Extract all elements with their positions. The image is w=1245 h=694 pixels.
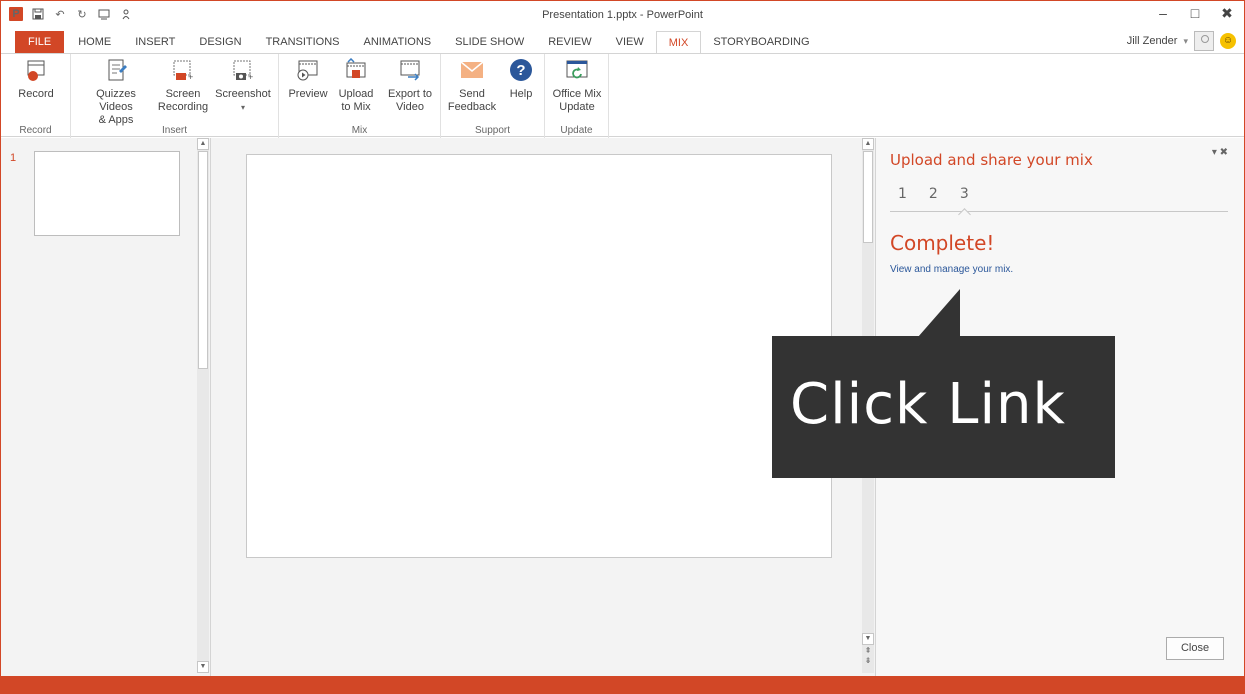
tab-insert[interactable]: INSERT xyxy=(123,31,187,53)
user-name: Jill Zender xyxy=(1126,35,1178,47)
avatar[interactable] xyxy=(1194,31,1214,51)
svg-text:+: + xyxy=(248,72,253,82)
group-label-insert: Insert xyxy=(161,125,187,136)
tab-storyboarding[interactable]: STORYBOARDING xyxy=(701,31,821,53)
tab-mix[interactable]: MIX xyxy=(655,31,702,53)
help-icon: ? xyxy=(510,59,532,81)
step-2[interactable]: 2 xyxy=(929,186,938,211)
slide-number: 1 xyxy=(10,152,17,164)
update-icon xyxy=(566,60,588,79)
scroll-up-icon[interactable]: ▲ xyxy=(197,138,209,150)
help-button[interactable]: ? Help xyxy=(503,58,539,101)
screen-recording-button[interactable]: + Screen Recording xyxy=(155,58,211,114)
task-pane-title: Upload and share your mix xyxy=(890,151,1093,169)
view-manage-mix-link[interactable]: View and manage your mix. xyxy=(890,264,1013,275)
callout-pointer xyxy=(918,289,960,337)
ribbon-group-update: Office Mix Update Update xyxy=(545,54,609,138)
ribbon-group-support: Send Feedback ? Help Support xyxy=(441,54,545,138)
slide-thumbnail-pane: 1 ▲ ▼ xyxy=(1,138,211,676)
screenshot-button[interactable]: + Screenshot ▾ xyxy=(213,58,273,114)
export-to-video-button[interactable]: Export to Video xyxy=(383,58,437,114)
status-bar xyxy=(1,676,1244,693)
quizzes-icon xyxy=(108,59,127,81)
ribbon: Record Record Quizzes Videos & Apps + Sc… xyxy=(1,53,1244,138)
export-video-icon xyxy=(400,60,420,81)
tab-design[interactable]: DESIGN xyxy=(187,31,253,53)
chevron-down-icon[interactable]: ▾ xyxy=(1183,36,1188,47)
tab-view[interactable]: VIEW xyxy=(604,31,656,53)
minimize-icon[interactable]: – xyxy=(1156,5,1170,22)
office-mix-update-button[interactable]: Office Mix Update xyxy=(549,58,605,114)
task-pane-controls[interactable]: ▾ ✖ xyxy=(1212,147,1228,158)
tab-slide-show[interactable]: SLIDE SHOW xyxy=(443,31,536,53)
slide-canvas[interactable] xyxy=(246,154,832,558)
group-label-support: Support xyxy=(474,125,511,136)
close-button[interactable]: Close xyxy=(1166,637,1224,660)
preview-button[interactable]: Preview xyxy=(285,58,331,101)
svg-text:+: + xyxy=(188,72,193,82)
upload-icon xyxy=(346,58,366,78)
powerpoint-window: P ↶ ↻ Presentation 1.pptx - PowerPoint –… xyxy=(0,0,1245,694)
screenshot-icon: + xyxy=(233,60,253,82)
ribbon-tabs: FILE HOME INSERT DESIGN TRANSITIONS ANIM… xyxy=(1,31,1244,53)
scroll-up-icon[interactable]: ▲ xyxy=(862,138,874,150)
tab-home[interactable]: HOME xyxy=(66,31,123,53)
tab-transitions[interactable]: TRANSITIONS xyxy=(254,31,352,53)
step-3[interactable]: 3 xyxy=(960,186,969,211)
window-title: Presentation 1.pptx - PowerPoint xyxy=(542,9,703,21)
quizzes-videos-apps-button[interactable]: Quizzes Videos & Apps xyxy=(79,58,153,127)
group-label-mix: Mix xyxy=(351,125,368,136)
screen-recording-icon: + xyxy=(173,60,193,82)
ribbon-group-record: Record Record xyxy=(1,54,71,138)
chevron-down-icon[interactable]: ▾ xyxy=(213,101,273,114)
svg-text:?: ? xyxy=(516,62,525,79)
window-controls: – □ ✖ xyxy=(1156,5,1234,22)
slide-thumbnail[interactable] xyxy=(34,151,180,236)
send-feedback-button[interactable]: Send Feedback xyxy=(447,58,497,114)
thumbnail-scrollbar[interactable]: ▲ ▼ xyxy=(197,138,209,673)
group-label-record: Record xyxy=(19,125,52,136)
tab-file[interactable]: FILE xyxy=(15,31,65,53)
title-bar: P ↶ ↻ Presentation 1.pptx - PowerPoint –… xyxy=(1,1,1244,29)
user-account[interactable]: Jill Zender ▾ ☺ xyxy=(1127,31,1236,51)
smiley-feedback-icon[interactable]: ☺ xyxy=(1220,33,1236,49)
preview-icon xyxy=(297,60,318,81)
maximize-icon[interactable]: □ xyxy=(1188,5,1202,22)
ribbon-group-insert: Quizzes Videos & Apps + Screen Recording… xyxy=(71,54,279,138)
ribbon-group-mix: Preview Upload to Mix Export to Video Mi… xyxy=(279,54,441,138)
callout-text: Click Link xyxy=(790,372,1066,437)
envelope-icon xyxy=(460,61,484,78)
click-link-callout: Click Link xyxy=(772,336,1115,478)
complete-heading: Complete! xyxy=(890,231,995,255)
scroll-thumb[interactable] xyxy=(863,151,873,243)
upload-to-mix-button[interactable]: Upload to Mix xyxy=(333,58,379,114)
record-icon xyxy=(27,60,45,81)
group-label-update: Update xyxy=(560,125,593,136)
tab-review[interactable]: REVIEW xyxy=(536,31,603,53)
scroll-down-icon[interactable]: ▼ xyxy=(197,661,209,673)
record-button[interactable]: Record xyxy=(9,58,63,101)
step-1[interactable]: 1 xyxy=(898,186,907,211)
scroll-down-icon[interactable]: ▼ xyxy=(862,633,874,645)
scroll-thumb[interactable] xyxy=(198,151,208,369)
prev-next-slide-icon[interactable]: ⇞ ⇟ xyxy=(862,646,874,666)
close-icon[interactable]: ✖ xyxy=(1220,5,1234,22)
tab-animations[interactable]: ANIMATIONS xyxy=(352,31,444,53)
step-indicator: 1 2 3 xyxy=(890,186,1228,212)
